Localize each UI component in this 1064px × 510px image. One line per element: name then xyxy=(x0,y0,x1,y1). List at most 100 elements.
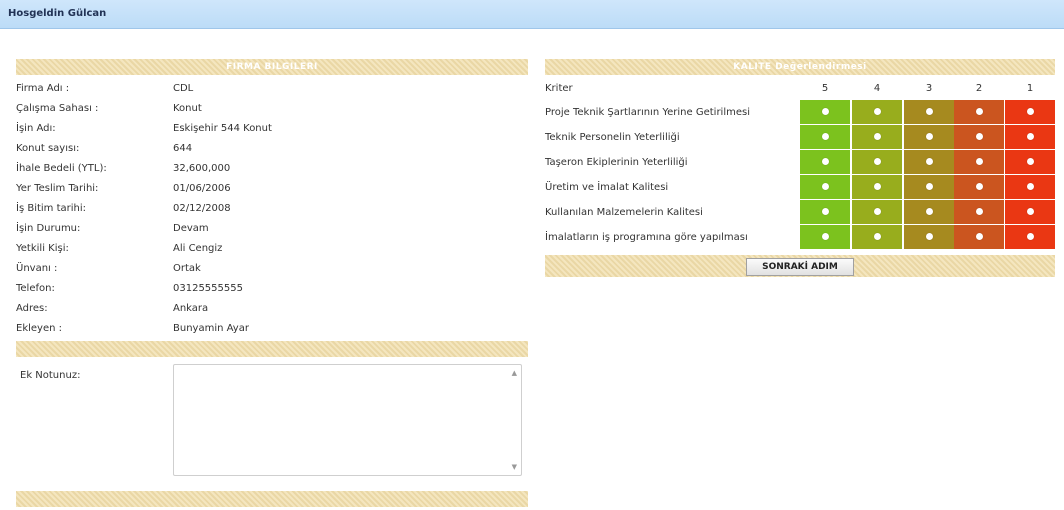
score-header-5: 5 xyxy=(821,83,829,94)
radio-button[interactable] xyxy=(874,183,881,190)
radio-button[interactable] xyxy=(976,208,983,215)
score-cell-2[interactable] xyxy=(954,150,1004,175)
score-cell-5[interactable] xyxy=(800,150,850,175)
radio-button[interactable] xyxy=(1027,133,1034,140)
info-row-housing-count: Konut sayısı: 644 xyxy=(16,140,528,160)
criteria-label: Kullanılan Malzemelerin Kalitesi xyxy=(545,207,703,218)
score-cell-3[interactable] xyxy=(904,225,954,250)
info-value: Eskişehir 544 Konut xyxy=(173,123,272,134)
info-label: İşin Durumu: xyxy=(16,223,81,234)
score-cell-4[interactable] xyxy=(852,100,902,125)
info-value: CDL xyxy=(173,83,194,94)
radio-button[interactable] xyxy=(874,158,881,165)
score-cell-1[interactable] xyxy=(1005,175,1055,200)
bottom-bar xyxy=(16,491,528,507)
scroll-down-icon[interactable]: ▼ xyxy=(512,463,517,471)
radio-button[interactable] xyxy=(1027,158,1034,165)
score-cell-1[interactable] xyxy=(1005,100,1055,125)
radio-button[interactable] xyxy=(874,233,881,240)
criteria-label: Proje Teknik Şartlarının Yerine Getirilm… xyxy=(545,107,750,118)
radio-button[interactable] xyxy=(926,108,933,115)
next-step-button[interactable]: SONRAKİ ADIM xyxy=(746,258,854,276)
score-header-4: 4 xyxy=(873,83,881,94)
score-cell-2[interactable] xyxy=(954,200,1004,225)
scroll-up-icon[interactable]: ▲ xyxy=(512,369,517,377)
info-value: 01/06/2006 xyxy=(173,183,231,194)
info-row-added-by: Ekleyen : Bunyamin Ayar xyxy=(16,320,528,340)
radio-button[interactable] xyxy=(822,208,829,215)
criteria-label: İmalatların iş programına göre yapılması xyxy=(545,232,748,243)
info-row-title: Ünvanı : Ortak xyxy=(16,260,528,280)
score-cell-3[interactable] xyxy=(904,125,954,150)
radio-button[interactable] xyxy=(926,233,933,240)
score-cell-5[interactable] xyxy=(800,200,850,225)
info-row-site-delivery-date: Yer Teslim Tarihi: 01/06/2006 xyxy=(16,180,528,200)
info-row-tender-price: İhale Bedeli (YTL): 32,600,000 xyxy=(16,160,528,180)
radio-button[interactable] xyxy=(1027,183,1034,190)
radio-button[interactable] xyxy=(926,133,933,140)
score-cell-2[interactable] xyxy=(954,125,1004,150)
note-section-bar xyxy=(16,341,528,357)
radio-button[interactable] xyxy=(874,208,881,215)
score-cell-4[interactable] xyxy=(852,175,902,200)
score-cell-3[interactable] xyxy=(904,100,954,125)
score-cell-1[interactable] xyxy=(1005,200,1055,225)
score-cell-3[interactable] xyxy=(904,150,954,175)
score-cell-3[interactable] xyxy=(904,175,954,200)
score-cell-5[interactable] xyxy=(800,125,850,150)
radio-button[interactable] xyxy=(1027,233,1034,240)
score-cell-2[interactable] xyxy=(954,175,1004,200)
radio-button[interactable] xyxy=(926,183,933,190)
score-header-1: 1 xyxy=(1026,83,1034,94)
score-cell-1[interactable] xyxy=(1005,225,1055,250)
info-value: 03125555555 xyxy=(173,283,243,294)
radio-button[interactable] xyxy=(822,183,829,190)
criteria-row: Üretim ve İmalat Kalitesi xyxy=(545,175,1055,200)
score-cell-4[interactable] xyxy=(852,225,902,250)
info-label: İşin Adı: xyxy=(16,123,56,134)
score-cell-4[interactable] xyxy=(852,200,902,225)
radio-button[interactable] xyxy=(822,158,829,165)
score-cell-2[interactable] xyxy=(954,225,1004,250)
welcome-text: Hosgeldin Gülcan xyxy=(8,8,107,19)
info-label: İş Bitim tarihi: xyxy=(16,203,87,214)
score-cell-1[interactable] xyxy=(1005,125,1055,150)
score-cell-2[interactable] xyxy=(954,100,1004,125)
radio-button[interactable] xyxy=(1027,208,1034,215)
info-value: Bunyamin Ayar xyxy=(173,323,249,334)
criteria-row: Taşeron Ekiplerinin Yeterliliği xyxy=(545,150,1055,175)
radio-button[interactable] xyxy=(822,133,829,140)
info-row-address: Adres: Ankara xyxy=(16,300,528,320)
radio-button[interactable] xyxy=(822,233,829,240)
company-info-title-bar: FIRMA BILGILERI xyxy=(16,59,528,75)
criteria-row: Kullanılan Malzemelerin Kalitesi xyxy=(545,200,1055,225)
radio-button[interactable] xyxy=(874,133,881,140)
radio-button[interactable] xyxy=(976,158,983,165)
info-row-end-date: İş Bitim tarihi: 02/12/2008 xyxy=(16,200,528,220)
score-cell-1[interactable] xyxy=(1005,150,1055,175)
info-value: 644 xyxy=(173,143,193,154)
note-textarea[interactable]: ▲ ▼ xyxy=(173,364,522,476)
score-cell-5[interactable] xyxy=(800,100,850,125)
score-cell-5[interactable] xyxy=(800,225,850,250)
score-cell-4[interactable] xyxy=(852,125,902,150)
criteria-label: Taşeron Ekiplerinin Yeterliliği xyxy=(545,157,688,168)
score-cell-3[interactable] xyxy=(904,200,954,225)
radio-button[interactable] xyxy=(1027,108,1034,115)
radio-button[interactable] xyxy=(926,208,933,215)
info-row-work-field: Çalışma Sahası : Konut xyxy=(16,100,528,120)
radio-button[interactable] xyxy=(976,108,983,115)
radio-button[interactable] xyxy=(874,108,881,115)
radio-button[interactable] xyxy=(976,133,983,140)
score-cell-4[interactable] xyxy=(852,150,902,175)
info-row-job-status: İşin Durumu: Devam xyxy=(16,220,528,240)
radio-button[interactable] xyxy=(822,108,829,115)
radio-button[interactable] xyxy=(976,183,983,190)
info-label: Yetkili Kişi: xyxy=(16,243,69,254)
radio-button[interactable] xyxy=(976,233,983,240)
score-header-3: 3 xyxy=(925,83,933,94)
info-value: Konut xyxy=(173,103,202,114)
radio-button[interactable] xyxy=(926,158,933,165)
score-cell-5[interactable] xyxy=(800,175,850,200)
info-value: Devam xyxy=(173,223,209,234)
